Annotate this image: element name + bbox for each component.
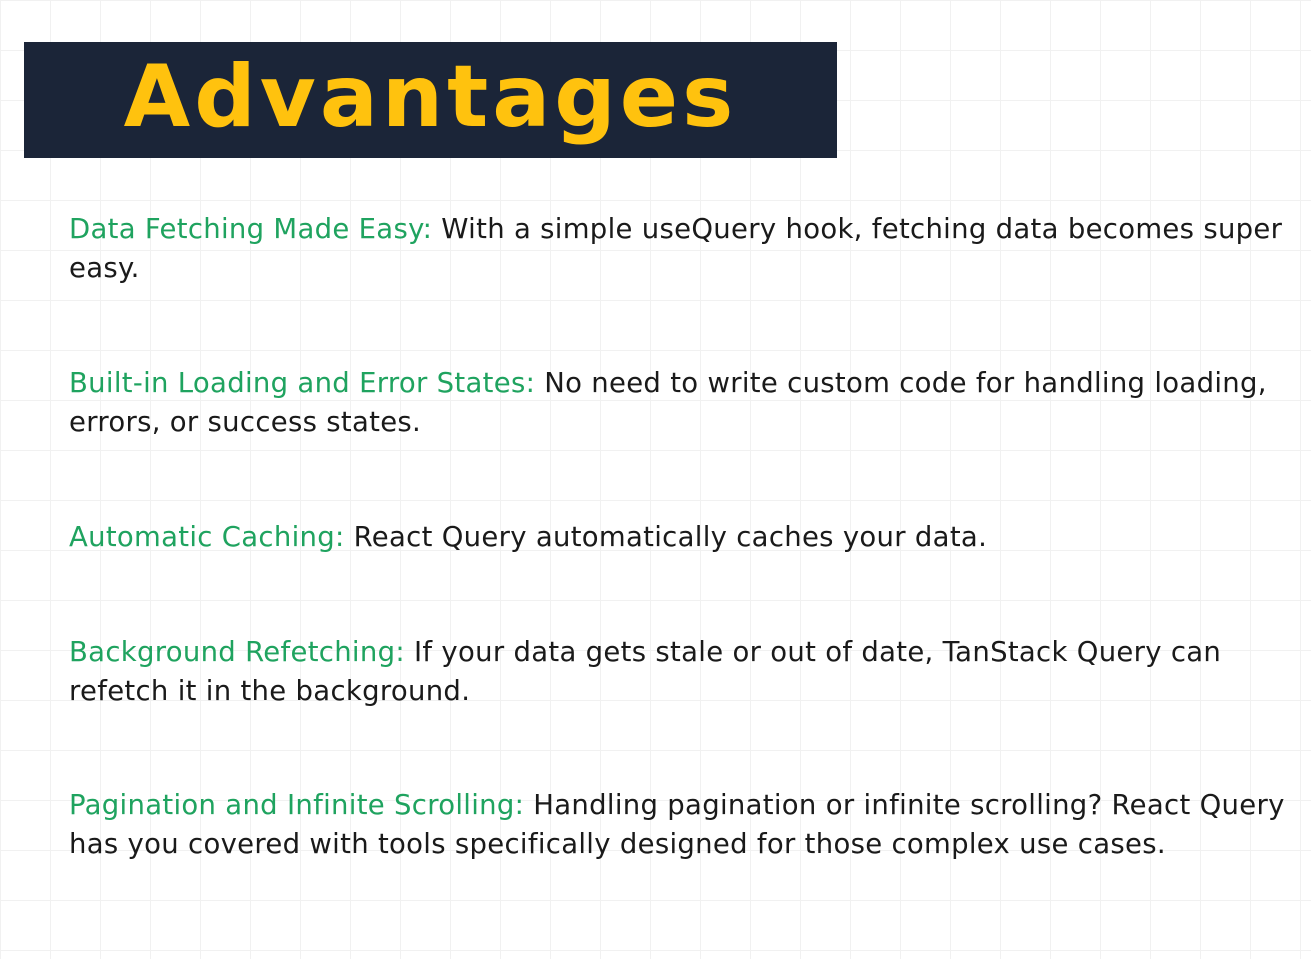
page-title: Advantages <box>123 47 738 147</box>
advantage-item-background-refetching: Background Refetching: If your data gets… <box>69 633 1294 711</box>
advantage-label: Automatic Caching: <box>69 521 345 553</box>
advantage-label: Pagination and Infinite Scrolling: <box>69 789 525 821</box>
advantage-item-pagination: Pagination and Infinite Scrolling: Handl… <box>69 786 1294 864</box>
advantage-label: Built-in Loading and Error States: <box>69 367 536 399</box>
advantage-item-caching: Automatic Caching: React Query automatic… <box>69 518 1294 557</box>
advantage-text: React Query automatically caches your da… <box>353 521 988 553</box>
title-banner: Advantages <box>24 42 837 158</box>
advantage-item-loading-error-states: Built-in Loading and Error States: No ne… <box>69 364 1294 442</box>
advantage-item-data-fetching: Data Fetching Made Easy: With a simple u… <box>69 210 1294 288</box>
advantage-label: Data Fetching Made Easy: <box>69 213 433 245</box>
advantage-label: Background Refetching: <box>69 636 405 668</box>
